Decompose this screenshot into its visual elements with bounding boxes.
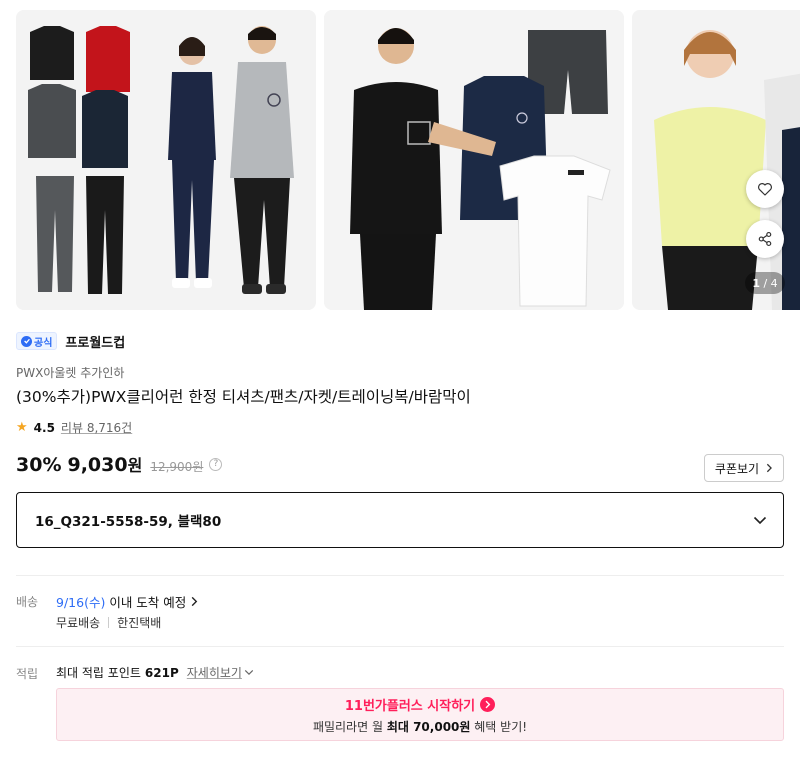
plus-banner-title: 11번가플러스 시작하기 bbox=[344, 695, 496, 714]
plus-membership-banner[interactable]: 11번가플러스 시작하기 패밀리라면 월 최대 70,000원 혜택 받기! bbox=[56, 688, 784, 741]
chevron-right-icon bbox=[766, 463, 773, 473]
share-button[interactable] bbox=[746, 220, 784, 258]
points-detail-label: 자세히보기 bbox=[186, 666, 242, 680]
plus-desc-bold: 최대 70,000원 bbox=[386, 719, 471, 734]
shipping-details: 무료배송 한진택배 bbox=[56, 614, 161, 631]
shipping-label: 배송 bbox=[16, 595, 39, 609]
brand-row[interactable]: 공식 프로월드컵 bbox=[16, 331, 125, 351]
brand-name[interactable]: 프로월드컵 bbox=[65, 332, 125, 351]
plus-desc-pre: 패밀리라면 월 bbox=[312, 719, 383, 734]
sale-price: 9,030원 bbox=[67, 452, 142, 476]
coupon-button[interactable]: 쿠폰보기 bbox=[704, 454, 784, 482]
product-image-1[interactable] bbox=[16, 10, 316, 310]
discount-rate: 30% bbox=[16, 454, 62, 476]
points-row: 최대 적립 포인트 621P 자세히보기 bbox=[56, 664, 254, 681]
image-counter: 1 / 4 bbox=[745, 272, 785, 294]
separator bbox=[108, 617, 110, 628]
official-badge: 공식 bbox=[16, 332, 58, 350]
product-image-gallery[interactable]: 1 / 4 bbox=[0, 0, 800, 318]
shipping-eta-text: 이내 도착 예정 bbox=[109, 595, 187, 610]
rating-row: ★ 4.5 리뷰 8,716건 bbox=[16, 419, 132, 436]
plus-desc-post: 혜택 받기! bbox=[474, 719, 528, 734]
shipping-carrier: 한진택배 bbox=[117, 616, 162, 630]
points-detail-link[interactable]: 자세히보기 bbox=[187, 664, 254, 681]
check-icon bbox=[21, 335, 32, 347]
heart-icon bbox=[758, 183, 772, 196]
chevron-right-icon bbox=[191, 596, 198, 607]
option-selected-value: 16_Q321-5558-59, 블랙80 bbox=[35, 514, 222, 530]
wishlist-button[interactable] bbox=[746, 170, 784, 208]
points-label: 적립 bbox=[16, 667, 39, 681]
shipping-date: 9/16(수) bbox=[56, 595, 106, 610]
rating-score: 4.5 bbox=[33, 420, 55, 435]
model-with-products-illustration bbox=[324, 10, 624, 310]
store-name[interactable]: PWX아울렛 추가인하 bbox=[16, 364, 124, 381]
shipping-eta-link[interactable]: 9/16(수) 이내 도착 예정 bbox=[56, 592, 198, 611]
chevron-down-icon bbox=[753, 516, 767, 524]
share-icon bbox=[758, 231, 772, 247]
product-image-3[interactable] bbox=[632, 10, 800, 310]
price-row: 30% 9,030원 12,900원 ? bbox=[16, 452, 223, 476]
divider bbox=[16, 575, 784, 576]
plus-banner-description: 패밀리라면 월 최대 70,000원 혜택 받기! bbox=[313, 718, 527, 735]
divider bbox=[16, 646, 784, 647]
points-prefix: 최대 적립 포인트 bbox=[56, 666, 141, 680]
chevron-down-icon bbox=[244, 670, 254, 675]
official-badge-label: 공식 bbox=[34, 337, 53, 349]
product-image-2[interactable] bbox=[324, 10, 624, 310]
plus-banner-title-text: 11번가플러스 시작하기 bbox=[344, 698, 476, 714]
original-price: 12,900원 bbox=[150, 460, 204, 474]
currency-unit: 원 bbox=[127, 456, 143, 475]
arrow-right-circle-icon bbox=[480, 696, 496, 712]
image-counter-total: / 4 bbox=[763, 276, 778, 290]
option-select[interactable]: 16_Q321-5558-59, 블랙80 bbox=[16, 492, 784, 548]
star-icon: ★ bbox=[16, 420, 28, 435]
apparel-lineup-illustration bbox=[16, 10, 316, 310]
review-count-link[interactable]: 리뷰 8,716건 bbox=[61, 419, 132, 436]
sale-price-value: 9,030 bbox=[67, 454, 128, 476]
woman-model-illustration bbox=[632, 10, 800, 310]
points-amount: 621P bbox=[144, 665, 179, 680]
image-counter-current: 1 bbox=[752, 276, 760, 290]
coupon-button-label: 쿠폰보기 bbox=[714, 461, 760, 476]
info-icon[interactable]: ? bbox=[209, 457, 223, 471]
shipping-fee: 무료배송 bbox=[56, 616, 101, 630]
product-title: (30%추가)PWX클리어런 한정 티셔츠/팬츠/자켓/트레이닝복/바람막이 bbox=[16, 388, 471, 406]
